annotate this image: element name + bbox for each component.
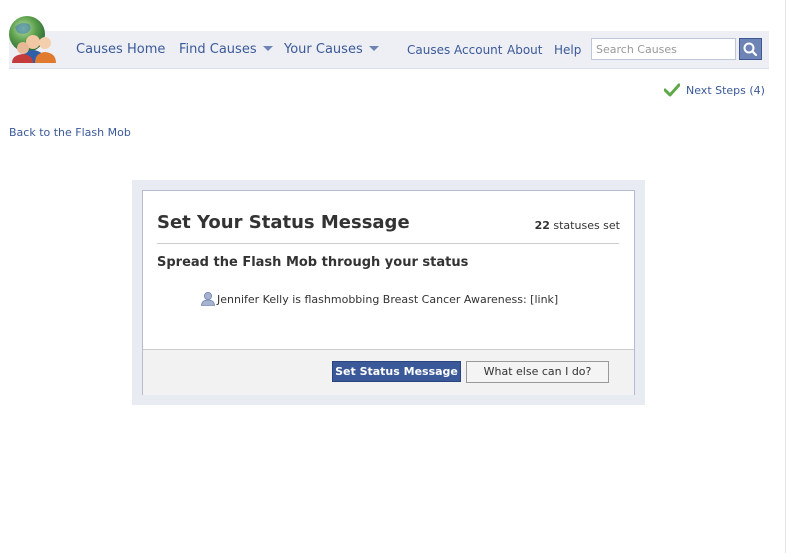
next-steps-label: Next Steps (4) xyxy=(686,84,765,97)
status-preview-text: Jennifer Kelly is flashmobbing Breast Ca… xyxy=(217,293,559,306)
set-status-message-button[interactable]: Set Status Message xyxy=(332,361,461,382)
dialog-footer: Set Status Message What else can I do? xyxy=(143,349,634,395)
chevron-down-icon xyxy=(262,46,273,51)
dialog-divider xyxy=(157,243,619,244)
causes-logo[interactable] xyxy=(7,15,57,63)
statuses-set-count: 22 statuses set xyxy=(535,219,620,232)
back-to-flash-mob-link[interactable]: Back to the Flash Mob xyxy=(9,126,131,139)
status-dialog: Set Your Status Message 22 statuses set … xyxy=(142,190,635,395)
dialog-subtitle: Spread the Flash Mob through your status xyxy=(157,255,469,270)
statuses-set-number: 22 xyxy=(534,219,550,232)
dialog-title: Set Your Status Message xyxy=(157,212,410,233)
search-button[interactable] xyxy=(739,38,762,60)
nav-find-causes-label: Find Causes xyxy=(179,42,257,57)
nav-your-causes[interactable]: Your Causes xyxy=(284,42,379,57)
what-else-can-i-do-button[interactable]: What else can I do? xyxy=(466,361,609,383)
nav-your-causes-label: Your Causes xyxy=(284,42,363,57)
nav-about[interactable]: About xyxy=(507,43,542,57)
nav-help[interactable]: Help xyxy=(554,43,581,57)
nav-find-causes[interactable]: Find Causes xyxy=(179,42,273,57)
user-silhouette-icon xyxy=(201,292,215,306)
statuses-set-suffix: statuses set xyxy=(549,219,620,232)
green-check-icon xyxy=(664,83,680,97)
search-input[interactable] xyxy=(591,38,736,60)
page-right-border xyxy=(785,0,786,553)
nav-causes-account[interactable]: Causes Account xyxy=(407,43,503,57)
magnifier-icon xyxy=(743,42,758,57)
chevron-down-icon xyxy=(368,46,379,51)
status-dialog-frame: Set Your Status Message 22 statuses set … xyxy=(132,180,645,405)
nav-causes-home[interactable]: Causes Home xyxy=(76,42,165,57)
